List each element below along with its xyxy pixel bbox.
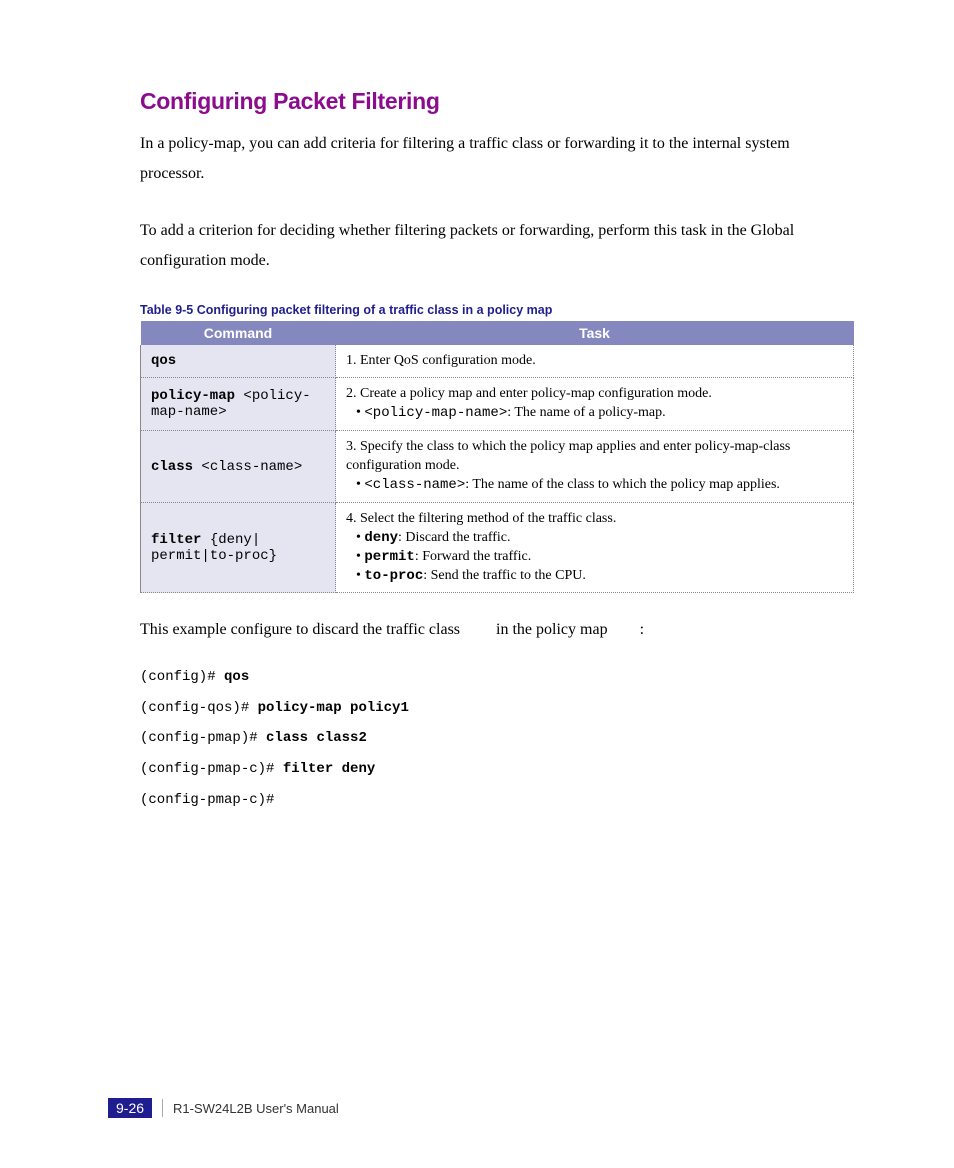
- footer-text: R1-SW24L2B User's Manual: [173, 1101, 339, 1116]
- bullet-mono: deny: [364, 530, 398, 546]
- task-text: Enter QoS configuration mode.: [360, 353, 536, 368]
- task-bullet: permit: Forward the traffic.: [346, 548, 843, 567]
- example-intro: This example configure to discard the tr…: [140, 615, 854, 645]
- task-num: 3.: [346, 439, 357, 454]
- footer-divider: [162, 1099, 163, 1117]
- cli-command: qos: [224, 669, 249, 685]
- bullet-mono: to-proc: [364, 568, 423, 584]
- example-intro-c: :: [640, 621, 644, 638]
- cli-line: (config-qos)# policy-map policy1: [140, 693, 854, 724]
- cmd-bold: class: [151, 459, 201, 475]
- task-text: Specify the class to which the policy ma…: [346, 439, 790, 473]
- task-num: 2.: [346, 386, 357, 401]
- cli-line: (config)# qos: [140, 662, 854, 693]
- task-cell: 2. Create a policy map and enter policy-…: [336, 378, 854, 431]
- task-cell: 3. Specify the class to which the policy…: [336, 431, 854, 503]
- cmd-cell: policy-map <policy-map-name>: [141, 378, 336, 431]
- task-bullet: <class-name>: The name of the class to w…: [346, 476, 843, 495]
- cli-command: policy-map policy1: [258, 700, 409, 716]
- bullet-rest: : Forward the traffic.: [415, 549, 531, 564]
- bullet-mono: permit: [364, 549, 414, 565]
- example-intro-b: in the policy map: [492, 621, 612, 638]
- cli-command: filter deny: [283, 761, 375, 777]
- table-row: policy-map <policy-map-name> 2. Create a…: [141, 378, 854, 431]
- task-bullet: to-proc: Send the traffic to the CPU.: [346, 567, 843, 586]
- cli-command: class class2: [266, 730, 367, 746]
- cmd-cell: class <class-name>: [141, 431, 336, 503]
- cli-prompt: (config-pmap-c)#: [140, 792, 274, 808]
- task-bullet: <policy-map-name>: The name of a policy-…: [346, 404, 843, 423]
- intro-paragraph-1: In a policy-map, you can add criteria fo…: [140, 129, 854, 190]
- cmd-bold: qos: [151, 353, 176, 369]
- bullet-rest: : Discard the traffic.: [398, 530, 510, 545]
- col-header-command: Command: [141, 321, 336, 345]
- task-num: 1.: [346, 353, 357, 368]
- task-text: Create a policy map and enter policy-map…: [360, 386, 712, 401]
- task-num: 4.: [346, 511, 357, 526]
- cmd-bold: policy-map: [151, 388, 243, 404]
- example-intro-a: This example configure to discard the tr…: [140, 621, 464, 638]
- cmd-cell: filter {deny| permit|to-proc}: [141, 502, 336, 593]
- cli-prompt: (config-pmap)#: [140, 730, 266, 746]
- cmd-bold: filter: [151, 532, 201, 548]
- bullet-rest: : The name of a policy-map.: [507, 405, 665, 420]
- intro-paragraph-2: To add a criterion for deciding whether …: [140, 216, 854, 277]
- cli-line: (config-pmap-c)#: [140, 785, 854, 816]
- task-cell: 4. Select the filtering method of the tr…: [336, 502, 854, 593]
- cli-prompt: (config)#: [140, 669, 224, 685]
- table-row: qos 1. Enter QoS configuration mode.: [141, 345, 854, 378]
- task-text: Select the filtering method of the traff…: [360, 511, 616, 526]
- cmd-cell: qos: [141, 345, 336, 378]
- bullet-mono: <policy-map-name>: [364, 405, 507, 421]
- col-header-task: Task: [336, 321, 854, 345]
- table-row: filter {deny| permit|to-proc} 4. Select …: [141, 502, 854, 593]
- bullet-mono: <class-name>: [364, 477, 465, 493]
- task-cell: 1. Enter QoS configuration mode.: [336, 345, 854, 378]
- document-page: Configuring Packet Filtering In a policy…: [0, 0, 954, 1168]
- section-heading: Configuring Packet Filtering: [140, 88, 854, 115]
- bullet-rest: : The name of the class to which the pol…: [465, 477, 780, 492]
- page-footer: 9-26 R1-SW24L2B User's Manual: [108, 1098, 339, 1118]
- table-caption: Table 9-5 Configuring packet filtering o…: [140, 303, 854, 317]
- table-row: class <class-name> 3. Specify the class …: [141, 431, 854, 503]
- command-table: Command Task qos 1. Enter QoS configurat…: [140, 321, 854, 594]
- cli-line: (config-pmap-c)# filter deny: [140, 754, 854, 785]
- task-bullet: deny: Discard the traffic.: [346, 529, 843, 548]
- cli-prompt: (config-pmap-c)#: [140, 761, 283, 777]
- table-header-row: Command Task: [141, 321, 854, 345]
- page-number: 9-26: [108, 1098, 152, 1118]
- cmd-arg: <class-name>: [201, 459, 302, 475]
- cli-example: (config)# qos (config-qos)# policy-map p…: [140, 662, 854, 816]
- bullet-rest: : Send the traffic to the CPU.: [423, 568, 586, 583]
- cli-line: (config-pmap)# class class2: [140, 723, 854, 754]
- cli-prompt: (config-qos)#: [140, 700, 258, 716]
